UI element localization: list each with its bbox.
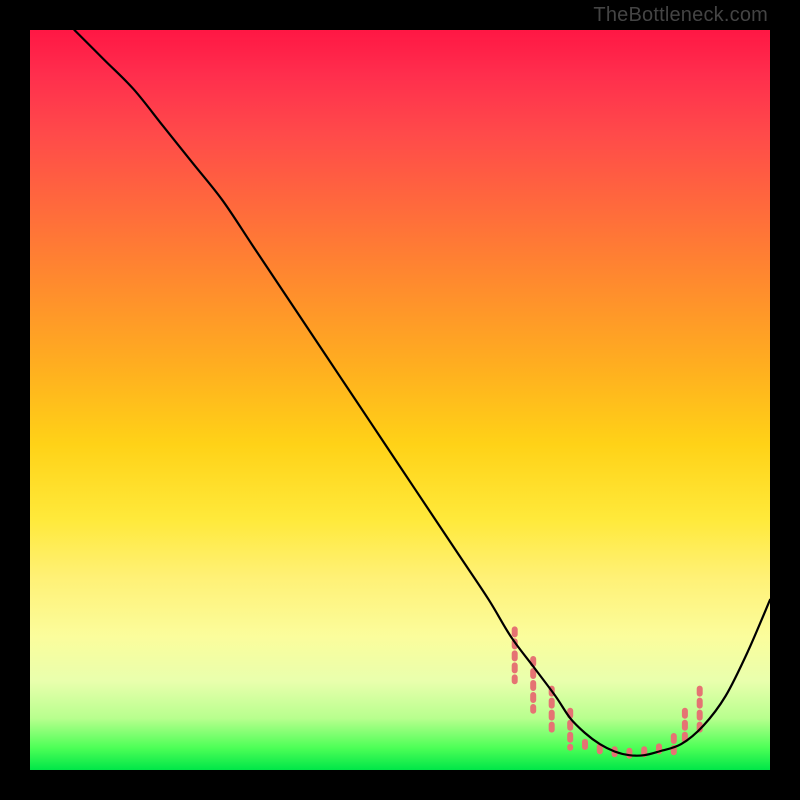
plot-area — [30, 30, 770, 770]
watermark-text: TheBottleneck.com — [593, 4, 768, 27]
bottleneck-curve — [74, 30, 770, 756]
curve-svg — [30, 30, 770, 770]
marker-layer — [515, 629, 700, 759]
chart-frame: TheBottleneck.com — [0, 0, 800, 800]
